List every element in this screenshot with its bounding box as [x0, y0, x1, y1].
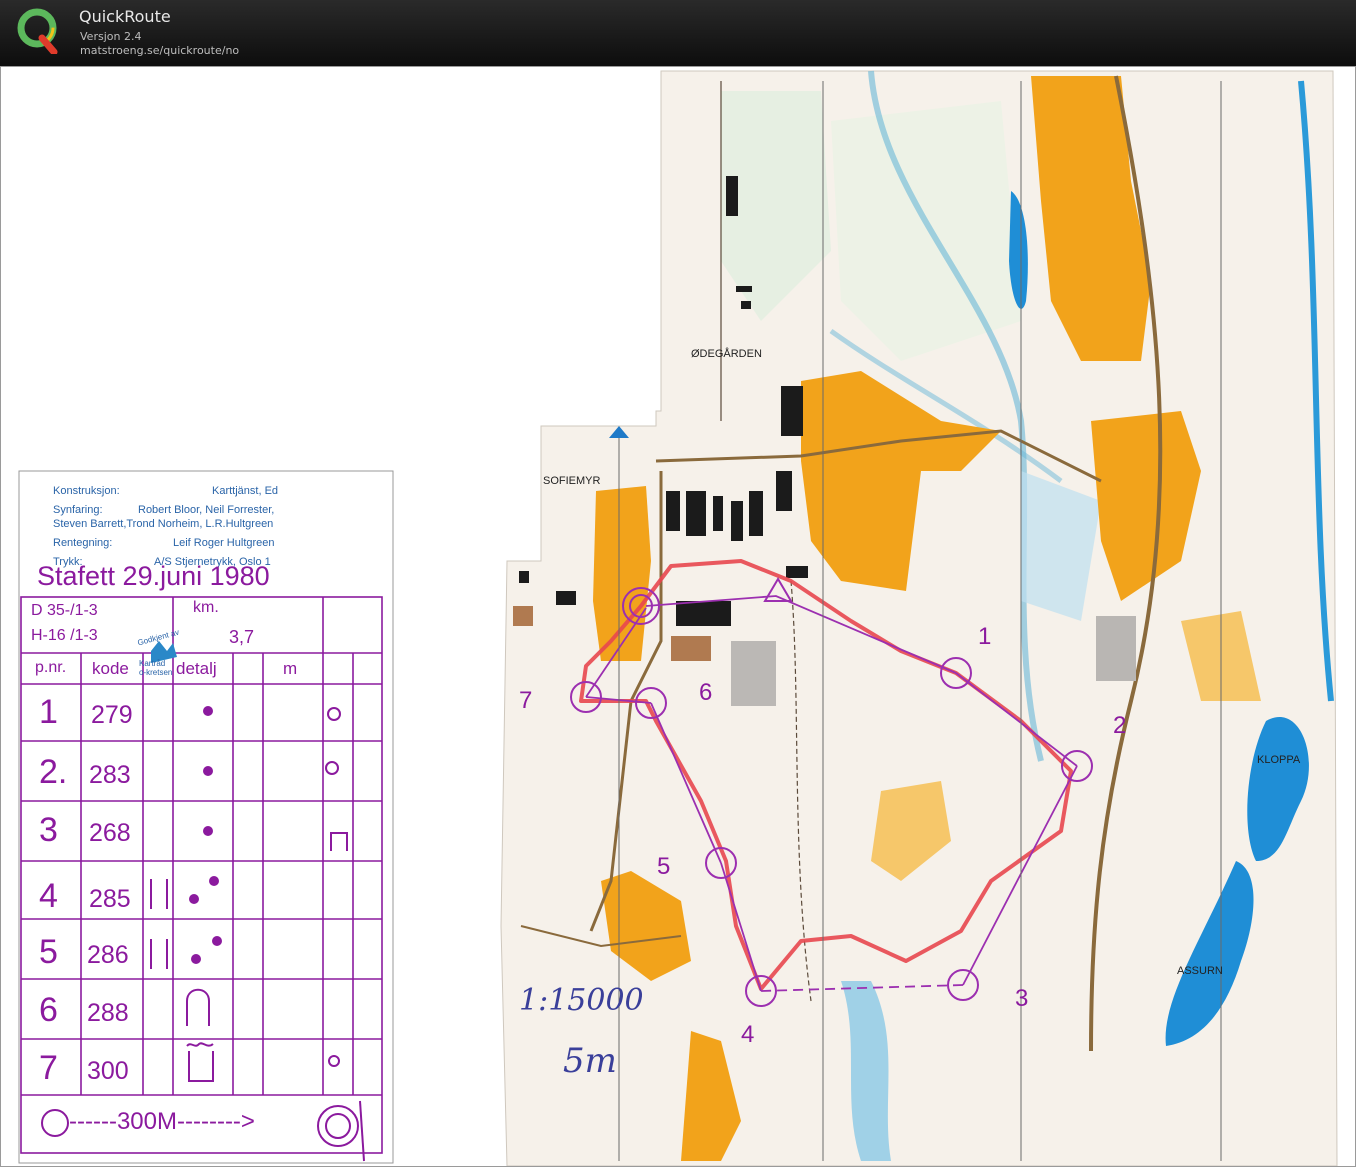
app-version: Versjon 2.4 [80, 30, 142, 43]
open-land [593, 486, 651, 661]
label-assurn: ASSURN [1177, 965, 1223, 977]
control-number-4: 4 [741, 1021, 755, 1048]
approval-line2: Kartråd [139, 659, 166, 668]
row-nr: 3 [39, 811, 58, 849]
row-nr: 1 [39, 693, 58, 731]
approval-line3: o-kretsen [139, 668, 173, 677]
row-nr: 2. [39, 753, 68, 791]
label-sofiemyr: SOFIEMYR [543, 475, 601, 487]
app-url[interactable]: matstroeng.se/quickroute/no [80, 44, 239, 57]
control-number-7: 7 [519, 687, 533, 714]
label-odegarden: ØDEGÅRDEN [691, 348, 762, 360]
scale-note: 1:15000 [519, 983, 644, 1018]
rentegning-value: Leif Roger Hultgreen [173, 537, 275, 549]
map-canvas[interactable]: Konstruksjon: Karttjänst, Ed Synfaring: … [0, 66, 1356, 1167]
row-kode: 286 [87, 941, 129, 969]
contour-note: 5m [563, 1041, 617, 1081]
quickroute-logo-icon [17, 8, 58, 54]
row-nr: 7 [39, 1049, 58, 1087]
control-number-5: 5 [657, 853, 671, 880]
label-kloppa: KLOPPA [1257, 754, 1301, 766]
control-number-1: 1 [978, 623, 992, 650]
class-1: D 35-/1-3 [31, 602, 98, 619]
row-nr: 4 [39, 877, 58, 915]
row-kode: 288 [87, 999, 129, 1027]
konstruksjon-value: Karttjänst, Ed [212, 485, 279, 497]
synfaring-line1: Robert Bloor, Neil Forrester, [138, 504, 275, 516]
hatched-area [1096, 616, 1136, 681]
col-kode: kode [92, 659, 129, 678]
building-brown [671, 636, 711, 661]
konstruksjon-label: Konstruksjon: [53, 485, 120, 497]
row-nr: 6 [39, 991, 58, 1029]
row-kode: 268 [89, 819, 131, 847]
row-kode: 279 [91, 701, 133, 729]
control-number-2: 2 [1113, 712, 1127, 739]
synfaring-label: Synfaring: [53, 504, 103, 516]
rentegning-label: Rentegning: [53, 537, 113, 549]
class-2: H-16 /1-3 [31, 627, 98, 644]
event-title: Stafett 29.juni 1980 [37, 561, 270, 591]
row-kode: 300 [87, 1057, 129, 1085]
col-detalj: detalj [176, 659, 217, 678]
col-pnr: p.nr. [35, 659, 67, 676]
col-m: m [283, 659, 298, 678]
synfaring-line2: Steven Barrett,Trond Norheim, L.R.Hultgr… [53, 518, 274, 530]
row-kode: 283 [89, 761, 131, 789]
control-number-3: 3 [1015, 985, 1029, 1012]
hatched-area [731, 641, 776, 706]
row-nr: 5 [39, 933, 58, 971]
finish-distance: ------300M--------> [69, 1108, 255, 1135]
row-kode: 285 [89, 885, 131, 913]
km-value: 3,7 [229, 627, 255, 647]
km-label: km. [193, 599, 219, 616]
building-brown [513, 606, 533, 626]
control-number-6: 6 [699, 679, 713, 706]
app-titlebar: QuickRoute Versjon 2.4 matstroeng.se/qui… [0, 0, 1356, 67]
app-title: QuickRoute [79, 7, 171, 26]
